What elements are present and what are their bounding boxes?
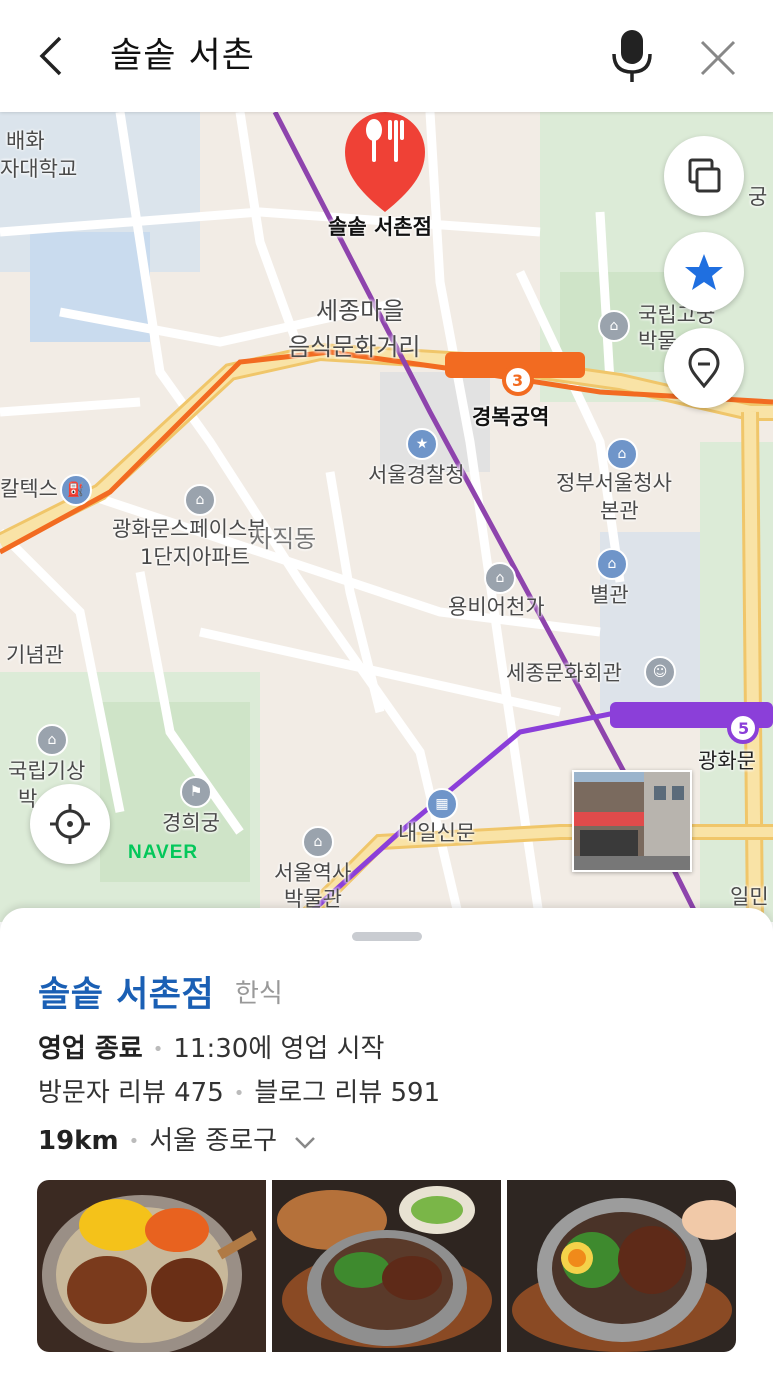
gas-station-icon: ⛽ [60,474,92,506]
dish-photo-2[interactable] [272,1180,501,1352]
map-label-gov-main: 본관 [600,499,639,523]
street-view-thumbnail[interactable] [572,770,692,872]
map-label-gyeonghuigung: 경희궁 [162,811,220,835]
reviews-row: 방문자 리뷰 475 • 블로그 리뷰 591 [38,1072,440,1109]
map-label-sejong-village: 세종마을 [316,297,405,325]
map-label-gov-complex: 정부서울청사 [556,471,672,495]
place-name[interactable]: 솔솥 서촌점 [38,966,214,1017]
map-label-police: 서울경찰청 [368,463,465,487]
map-label-caltex: 칼텍스 [0,477,58,501]
separator-dot: • [152,1039,164,1060]
map-label-memorial: 기념관 [6,643,64,667]
location-pin-button[interactable] [664,328,744,408]
search-query[interactable]: 솔솥 서촌 [110,30,255,82]
separator-dot: • [128,1131,140,1152]
museum-icon: ⌂ [598,310,630,342]
my-location-button[interactable] [30,784,110,864]
map-label-apt: 1단지아파트 [140,545,250,569]
theater-icon: ☺ [644,656,676,688]
dish-photo-1[interactable] [37,1180,266,1352]
police-icon: ★ [406,428,438,460]
map-label-district: 사직동 [250,525,317,553]
location-pin-icon [688,348,720,388]
map-label-meteorology: 국립기상 [8,759,86,783]
building-icon: ⌂ [606,438,638,470]
marker-label[interactable]: 솔솥 서촌점 [328,214,432,240]
palace-icon: ⚑ [180,776,212,808]
newspaper-icon: ▦ [426,788,458,820]
star-icon [685,254,723,290]
map-label-space-bon: 광화문스페이스본 [112,517,267,541]
place-info-sheet[interactable]: 솔솥 서촌점 한식 영업 종료 • 11:30에 영업 시작 방문자 리뷰 475 •… [0,908,773,1393]
museum-icon: ⌂ [302,826,334,858]
street-view-image [574,772,690,870]
map-label-food-street: 음식문화거리 [288,333,421,361]
separator-dot: • [233,1083,245,1104]
map-label-sejong-center: 세종문화회관 [506,661,622,685]
opening-info: 11:30에 영업 시작 [173,1034,385,1064]
apartment-icon: ⌂ [184,484,216,516]
line-5-badge: 5 [738,719,750,738]
map-label-paejae: 배화 [6,129,45,153]
business-status: 영업 종료 [38,1034,143,1064]
back-button[interactable] [30,28,80,84]
museum-icon: ⌂ [36,724,68,756]
map-label-seoul-museum: 서울역사 [274,861,352,885]
map-label-ilmin: 일민 [730,885,769,909]
sheet-drag-handle[interactable] [352,932,422,941]
map-label-annex: 별관 [590,583,629,607]
blog-reviews[interactable]: 블로그 리뷰 591 [254,1078,440,1108]
dish-photo-3[interactable] [507,1180,736,1352]
map-label-gyeongbokgung-station: 경복궁역 [472,405,550,429]
map-label-gwanghwamun-station: 광화문 [698,749,756,773]
distance: 19km [38,1126,119,1156]
shop-icon: ⌂ [484,562,516,594]
layers-icon [688,158,721,193]
search-bar: 솔솥 서촌 [0,0,773,112]
business-hours-row: 영업 종료 • 11:30에 영업 시작 [38,1028,384,1065]
map-label-yongbi: 용비어천가 [448,595,545,619]
crosshair-icon [50,804,90,844]
clear-search-button[interactable] [690,30,746,86]
map-view[interactable]: 솔솥 서촌점 배화 자대학교 세종마을 음식문화거리 경복궁역 3 5 ★ 서울… [0,112,773,922]
favorites-button[interactable] [664,232,744,312]
map-label-univ: 자대학교 [0,157,78,181]
line-3-badge: 3 [512,371,524,390]
microphone-icon [612,30,652,82]
chevron-down-icon[interactable] [293,1133,317,1151]
map-label-naeil: 내일신문 [398,821,476,845]
visitor-reviews[interactable]: 방문자 리뷰 475 [38,1078,224,1108]
building-icon: ⌂ [596,548,628,580]
location-row[interactable]: 19km • 서울 종로구 [38,1120,317,1157]
chevron-left-icon [39,36,62,76]
close-icon [700,40,736,76]
layers-button[interactable] [664,136,744,216]
voice-search-button[interactable] [604,24,660,88]
place-category: 한식 [235,979,283,1009]
map-label-gung: 궁 [748,185,768,209]
address: 서울 종로구 [149,1126,278,1156]
naver-logo: NAVER [128,842,199,863]
photo-gallery[interactable] [37,1180,736,1352]
